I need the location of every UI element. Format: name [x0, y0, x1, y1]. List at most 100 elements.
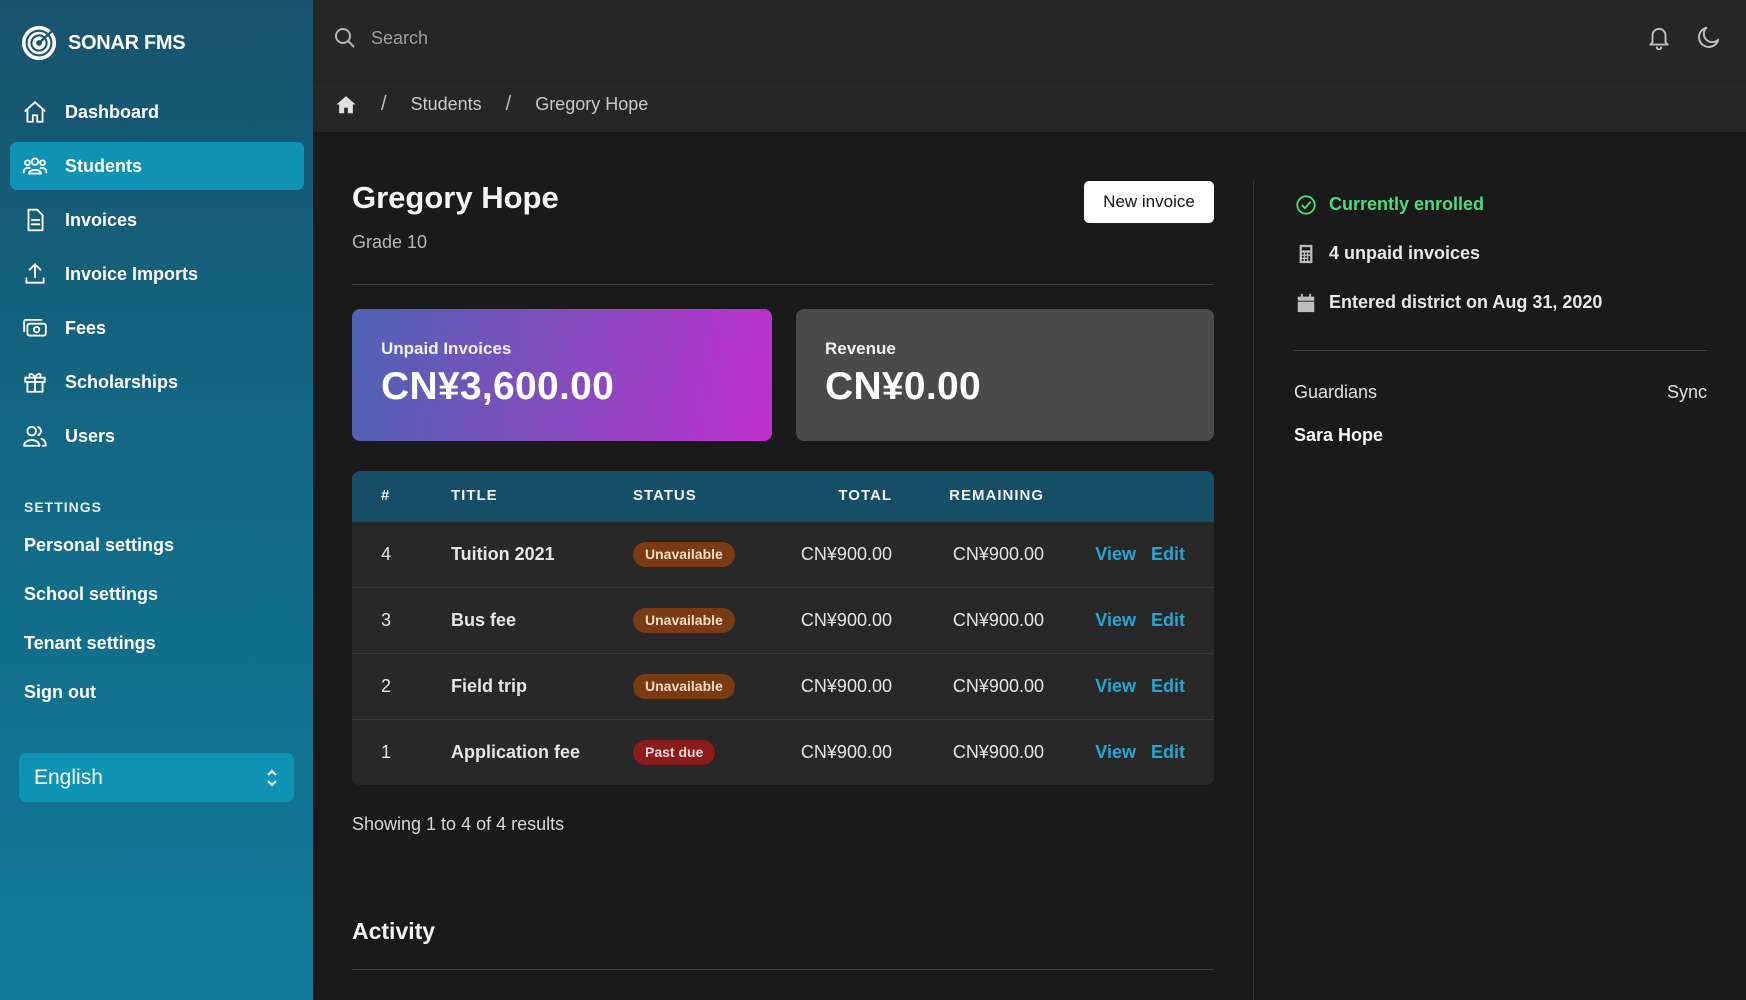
home-icon: [22, 99, 48, 125]
entered-district-info: Entered district on Aug 31, 2020: [1294, 278, 1707, 327]
invoices-table: # TITLE STATUS TOTAL REMAINING 4 Tuition…: [352, 471, 1214, 785]
divider: [1294, 350, 1707, 351]
breadcrumb-current[interactable]: Gregory Hope: [535, 94, 648, 115]
table-row: 4 Tuition 2021 Unavailable CN¥900.00 CN¥…: [352, 521, 1214, 587]
unpaid-invoices-label: Unpaid Invoices: [381, 339, 512, 358]
user-group-icon: [22, 423, 48, 449]
tenant-settings-link[interactable]: Tenant settings: [24, 626, 174, 675]
gift-icon: [22, 369, 48, 395]
column-header-status: STATUS: [633, 487, 697, 505]
chevron-up-down-icon: [267, 769, 277, 786]
row-remaining: CN¥900.00: [952, 741, 1044, 762]
settings-heading: SETTINGS: [24, 499, 103, 515]
language-selected: English: [34, 765, 103, 789]
column-header-number: #: [381, 487, 391, 505]
row-number: 4: [381, 543, 392, 564]
entered-district-text: Entered district on Aug 31, 2020: [1329, 292, 1603, 312]
check-circle-icon: [1296, 194, 1316, 215]
nav-item-scholarships[interactable]: Scholarships: [10, 358, 304, 406]
table-row: 3 Bus fee Unavailable CN¥900.00 CN¥900.0…: [352, 587, 1214, 653]
guardians-heading: Guardians: [1294, 382, 1378, 402]
calculator-icon: [1299, 244, 1313, 263]
moon-icon[interactable]: [1696, 24, 1722, 50]
nav-item-fees[interactable]: Fees: [10, 304, 304, 352]
row-remaining: CN¥900.00: [952, 543, 1044, 564]
results-summary: Showing 1 to 4 of 4 results: [352, 814, 565, 834]
nav-item-users[interactable]: Users: [10, 412, 304, 460]
nav-item-dashboard[interactable]: Dashboard: [10, 88, 304, 136]
nav-item-students[interactable]: Students: [10, 142, 304, 190]
row-number: 2: [381, 675, 392, 696]
status-badge: Unavailable: [633, 673, 735, 699]
row-total: CN¥900.00: [800, 741, 892, 762]
top-icons: [1646, 24, 1722, 50]
breadcrumb-students[interactable]: Students: [411, 94, 482, 115]
divider: [352, 284, 1214, 285]
breadcrumb-separator: /: [381, 93, 387, 115]
view-link[interactable]: View: [1095, 676, 1136, 696]
page-title: Gregory Hope: [352, 180, 559, 215]
school-settings-link[interactable]: School settings: [24, 577, 174, 626]
search-icon: [335, 28, 355, 48]
nav-label: Dashboard: [65, 101, 160, 122]
edit-link[interactable]: Edit: [1151, 544, 1185, 564]
row-remaining: CN¥900.00: [952, 609, 1044, 630]
revenue-value: CN¥0.00: [825, 365, 982, 408]
column-header-actions: [1044, 471, 1214, 521]
edit-link[interactable]: Edit: [1151, 742, 1185, 762]
divider: [352, 969, 1214, 970]
student-details-panel: Currently enrolled 4 unpaid invoices Ent…: [1294, 180, 1707, 446]
view-link[interactable]: View: [1095, 610, 1136, 630]
unpaid-invoices-text: 4 unpaid invoices: [1329, 243, 1481, 263]
bell-icon[interactable]: [1646, 24, 1672, 50]
table-row: 1 Application fee Past due CN¥900.00 CN¥…: [352, 719, 1214, 785]
nav-item-invoices[interactable]: Invoices: [10, 196, 304, 244]
document-icon: [22, 207, 48, 233]
nav-label: Scholarships: [65, 371, 179, 392]
edit-link[interactable]: Edit: [1151, 610, 1185, 630]
row-number: 3: [381, 609, 392, 630]
sonar-logo-icon: [21, 25, 57, 61]
sidebar: SONAR FMS Dashboard Students Invoices In…: [0, 0, 313, 1000]
edit-link[interactable]: Edit: [1151, 676, 1185, 696]
breadcrumb-bar: / Students / Gregory Hope: [313, 80, 1746, 132]
cash-icon: [22, 315, 48, 341]
view-link[interactable]: View: [1095, 742, 1136, 762]
table-header-row: # TITLE STATUS TOTAL REMAINING: [352, 471, 1214, 521]
status-badge: Unavailable: [633, 541, 735, 567]
status-badge: Unavailable: [633, 607, 735, 633]
row-total: CN¥900.00: [800, 609, 892, 630]
nav-label: Users: [65, 425, 116, 446]
users-icon: [22, 153, 48, 179]
sync-button[interactable]: Sync: [1667, 382, 1707, 403]
nav-item-invoice-imports[interactable]: Invoice Imports: [10, 250, 304, 298]
calendar-icon: [1297, 293, 1315, 312]
column-header-remaining: REMAINING: [949, 487, 1044, 505]
revenue-card: Revenue CN¥0.00: [796, 309, 1214, 441]
search-input[interactable]: [371, 27, 871, 49]
row-title: Bus fee: [451, 609, 517, 630]
nav-label: Invoice Imports: [65, 263, 199, 284]
row-number: 1: [381, 741, 392, 762]
personal-settings-link[interactable]: Personal settings: [24, 528, 174, 577]
language-select[interactable]: English: [19, 753, 294, 802]
home-icon[interactable]: [335, 94, 357, 116]
view-link[interactable]: View: [1095, 544, 1136, 564]
guardian-name[interactable]: Sara Hope: [1294, 425, 1707, 446]
revenue-label: Revenue: [825, 339, 896, 358]
sign-out-link[interactable]: Sign out: [24, 675, 174, 724]
row-remaining: CN¥900.00: [952, 675, 1044, 696]
brand-name: SONAR FMS: [68, 31, 186, 54]
breadcrumb-separator: /: [505, 93, 512, 115]
breadcrumb: / Students / Gregory Hope: [335, 93, 648, 116]
row-total: CN¥900.00: [800, 675, 892, 696]
brand[interactable]: SONAR FMS: [20, 24, 186, 62]
new-invoice-button[interactable]: New invoice: [1084, 181, 1214, 223]
guardians-header: Guardians Sync: [1294, 382, 1707, 403]
main-nav: Dashboard Students Invoices Invoice Impo…: [10, 88, 304, 466]
unpaid-invoices-card: Unpaid Invoices CN¥3,600.00: [352, 309, 772, 441]
row-title: Tuition 2021: [451, 543, 555, 564]
table-row: 2 Field trip Unavailable CN¥900.00 CN¥90…: [352, 653, 1214, 719]
status-badge: Past due: [633, 739, 716, 765]
enrollment-text: Currently enrolled: [1329, 194, 1485, 214]
